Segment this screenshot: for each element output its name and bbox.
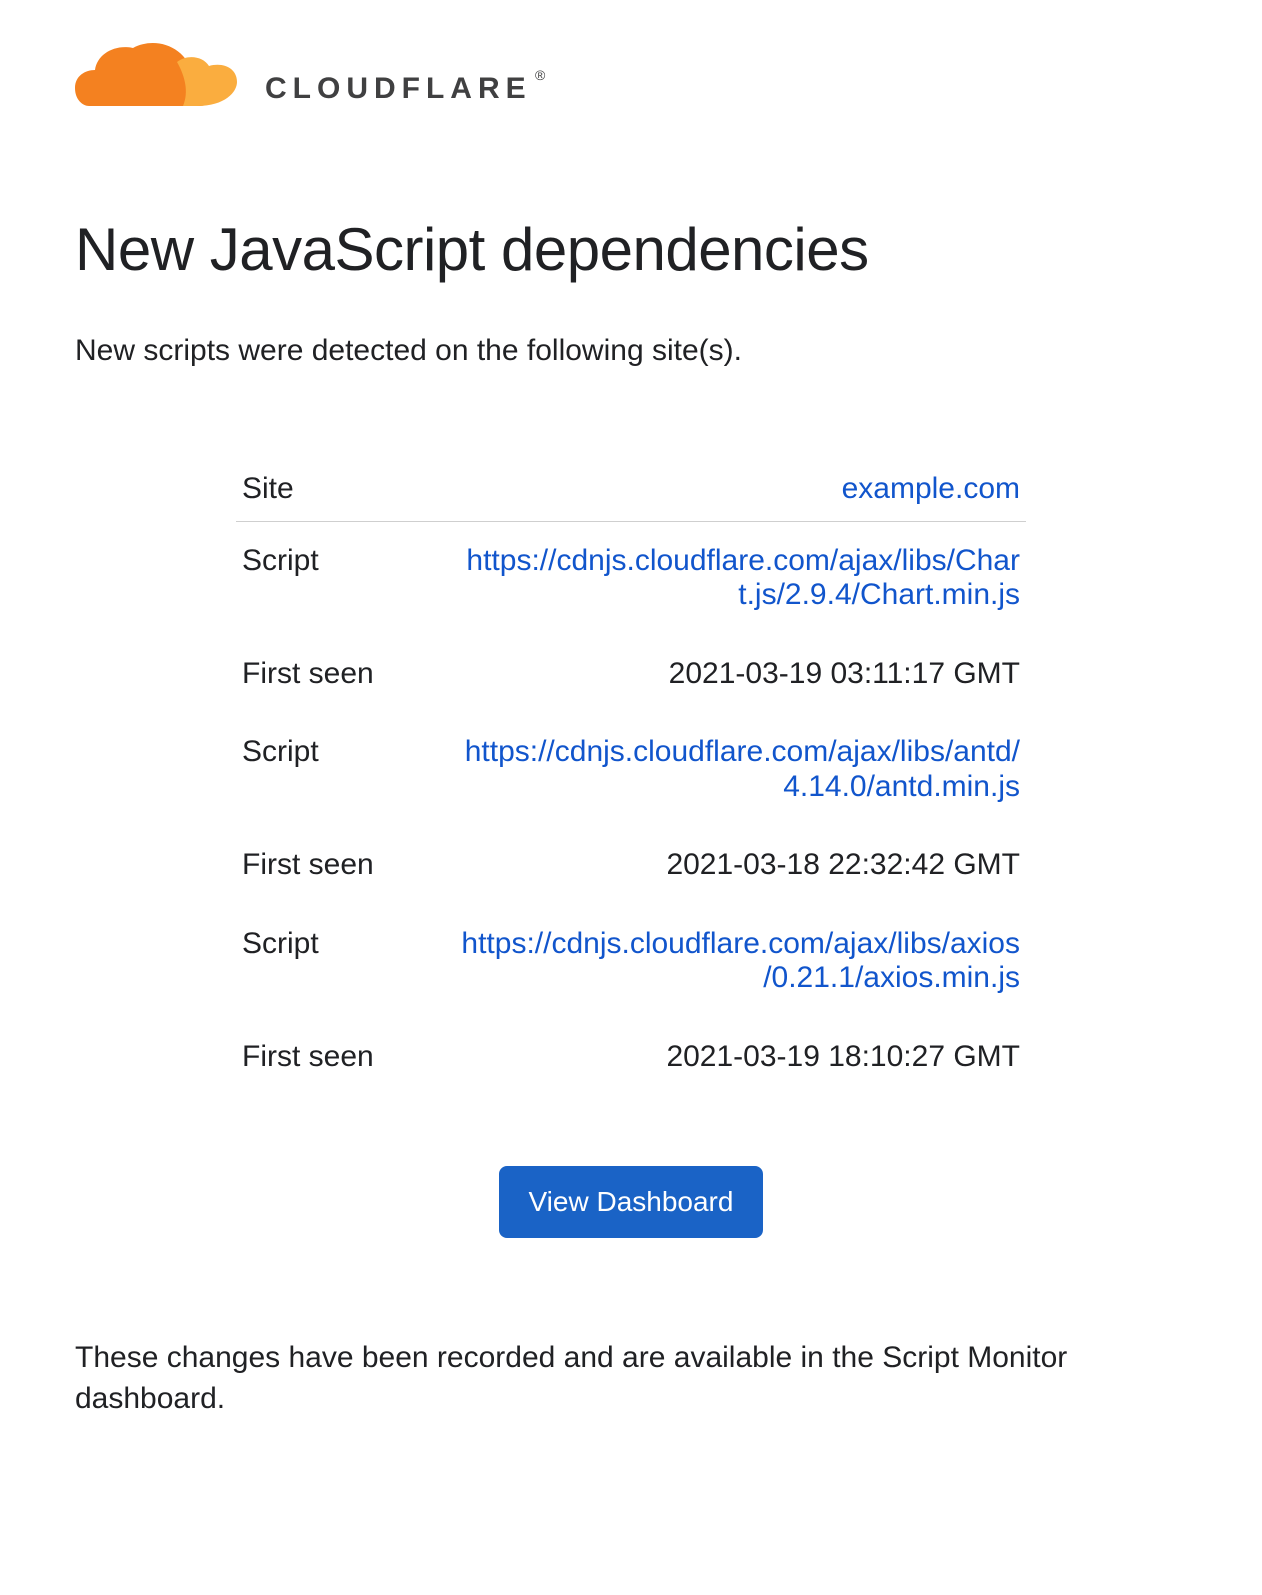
first-seen-value: 2021-03-19 18:10:27 GMT <box>666 1040 1020 1075</box>
first-seen-value: 2021-03-19 03:11:17 GMT <box>669 657 1020 692</box>
first-seen-label: First seen <box>242 1040 374 1075</box>
footer-text: These changes have been recorded and are… <box>75 1338 1187 1419</box>
site-link[interactable]: example.com <box>842 472 1020 507</box>
script-url-link[interactable]: https://cdnjs.cloudflare.com/ajax/libs/C… <box>460 544 1020 613</box>
email-page: CLOUDFLARE ® New JavaScript dependencies… <box>0 0 1262 1595</box>
first-seen-label: First seen <box>242 657 374 692</box>
view-dashboard-button[interactable]: View Dashboard <box>499 1166 764 1238</box>
brand-wordmark: CLOUDFLARE <box>265 72 532 105</box>
first-seen-row: First seen 2021-03-19 18:10:27 GMT <box>236 1018 1026 1097</box>
brand-logo: CLOUDFLARE ® <box>75 40 1187 125</box>
first-seen-label: First seen <box>242 848 374 883</box>
script-label: Script <box>242 735 319 770</box>
cta-wrap: View Dashboard <box>75 1166 1187 1238</box>
script-label: Script <box>242 544 319 579</box>
script-label: Script <box>242 927 319 962</box>
site-row: Site example.com <box>236 458 1026 522</box>
first-seen-row: First seen 2021-03-19 03:11:17 GMT <box>236 635 1026 714</box>
script-row: Script https://cdnjs.cloudflare.com/ajax… <box>236 713 1026 826</box>
site-label: Site <box>242 472 294 507</box>
svg-text:®: ® <box>535 67 546 83</box>
script-url-link[interactable]: https://cdnjs.cloudflare.com/ajax/libs/a… <box>460 927 1020 996</box>
first-seen-row: First seen 2021-03-18 22:32:42 GMT <box>236 826 1026 905</box>
script-row: Script https://cdnjs.cloudflare.com/ajax… <box>236 905 1026 1018</box>
page-title: New JavaScript dependencies <box>75 215 1187 284</box>
intro-text: New scripts were detected on the followi… <box>75 334 1187 368</box>
script-url-link[interactable]: https://cdnjs.cloudflare.com/ajax/libs/a… <box>460 735 1020 804</box>
details-table: Site example.com Script https://cdnjs.cl… <box>236 458 1026 1096</box>
cloudflare-logo-icon: CLOUDFLARE ® <box>75 40 555 120</box>
script-row: Script https://cdnjs.cloudflare.com/ajax… <box>236 522 1026 635</box>
first-seen-value: 2021-03-18 22:32:42 GMT <box>666 848 1020 883</box>
